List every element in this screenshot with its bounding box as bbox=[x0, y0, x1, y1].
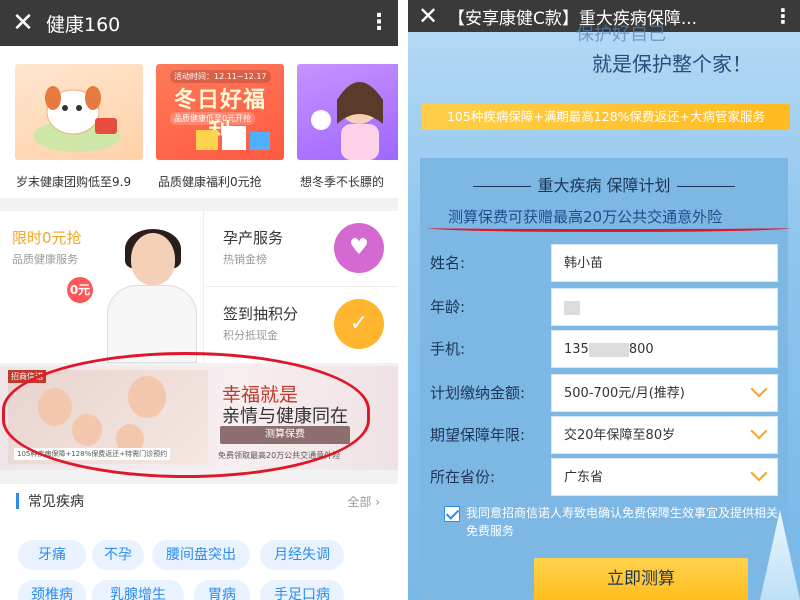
dog-mascot-illustration bbox=[33, 86, 121, 152]
hero-slogan: 就是保护整个家！ bbox=[592, 52, 752, 76]
checkin-subtitle: 积分抵现金 bbox=[223, 329, 278, 342]
maternity-service-tile[interactable]: 孕产服务 热销金榜 ♥ bbox=[205, 211, 398, 287]
quote-form: 重大疾病 保障计划 测算保费可获赠最高20万公共交通意外险 姓名: 韩小苗 年龄… bbox=[420, 158, 790, 600]
form-heading: 重大疾病 保障计划 bbox=[420, 172, 788, 196]
chevron-down-icon bbox=[750, 464, 768, 482]
province-select[interactable]: 广东省 bbox=[551, 458, 778, 496]
banner-caption: 品质健康福利0元抢 bbox=[158, 175, 262, 189]
more-menu-icon[interactable]: ⋮ bbox=[360, 0, 398, 46]
health160-screen: ✕ 健康160 ⋮ 活动时间：12.11~12.17 冬日好福利 品质健康低至0… bbox=[0, 0, 398, 600]
province-row: 所在省份: 广东省 bbox=[420, 458, 788, 498]
name-label: 姓名: bbox=[430, 254, 466, 272]
checkin-title: 签到抽积分 bbox=[223, 305, 299, 323]
more-menu-icon[interactable]: ⋮ bbox=[766, 4, 800, 28]
screenshot-root: ✕ 健康160 ⋮ 活动时间：12.11~12.17 冬日好福利 品质健康低至0… bbox=[0, 0, 800, 600]
disease-tag[interactable]: 胃病 bbox=[194, 580, 250, 600]
zero-yuan-badge: 0元 bbox=[67, 277, 93, 303]
premium-label: 计划缴纳金额: bbox=[430, 384, 526, 402]
province-label: 所在省份: bbox=[430, 468, 496, 486]
phone-row: 手机: 135 800 bbox=[420, 330, 788, 370]
disease-tag[interactable]: 月经失调 bbox=[260, 540, 344, 570]
free-offer-subtitle: 品质健康服务 bbox=[12, 253, 78, 266]
term-select[interactable]: 交20年保障至80岁 bbox=[551, 416, 778, 454]
close-icon[interactable]: ✕ bbox=[408, 0, 448, 32]
consent-checkbox[interactable] bbox=[444, 506, 460, 522]
age-row: 年龄: bbox=[420, 288, 788, 328]
banner-winter-fitness[interactable] bbox=[297, 64, 398, 160]
age-field[interactable] bbox=[551, 288, 778, 326]
name-row: 姓名: 韩小苗 bbox=[420, 244, 788, 284]
section-title: 常见疾病 bbox=[28, 494, 84, 510]
disease-tag[interactable]: 牙痛 bbox=[18, 540, 86, 570]
gift-boxes-illustration bbox=[196, 126, 270, 150]
insurance-form-screen: ✕ 【安享康健C款】重大疾病保障... ⋮ 保护好自己 就是保护整个家！ 105… bbox=[408, 0, 800, 600]
disease-tags: 牙痛 不孕 腰间盘突出 月经失调 颈椎病 乳腺增生 胃病 手足口病 bbox=[0, 518, 398, 600]
phone-field[interactable]: 135 800 bbox=[551, 330, 778, 368]
term-label: 期望保障年限: bbox=[430, 426, 526, 444]
service-grid: 限时0元抢 品质健康服务 0元 孕产服务 热销金榜 ♥ 签到抽积分 积分抵现金 … bbox=[0, 211, 398, 363]
heart-icon: ♥ bbox=[334, 223, 384, 273]
checkin-points-tile[interactable]: 签到抽积分 积分抵现金 ✓ bbox=[205, 287, 398, 363]
close-icon[interactable]: ✕ bbox=[0, 0, 46, 46]
section-accent-bar bbox=[16, 493, 19, 509]
banner-winter-welfare[interactable]: 活动时间：12.11~12.17 冬日好福利 品质健康低至0元开抢 bbox=[156, 64, 284, 160]
calculate-now-button[interactable]: 立即测算 bbox=[534, 558, 748, 600]
chevron-right-icon: › bbox=[375, 495, 380, 509]
common-diseases-header: 常见疾病 全部 › bbox=[0, 484, 398, 518]
disease-tag[interactable]: 乳腺增生 bbox=[92, 580, 184, 600]
maternity-subtitle: 热销金榜 bbox=[223, 253, 267, 266]
maternity-title: 孕产服务 bbox=[223, 229, 284, 247]
benefits-ribbon: 105种疾病保障+满期最高128%保费返还+大病管家服务 bbox=[422, 104, 790, 130]
consent-text: 我同意招商信诺人寿致电确认免费保障生效事宜及提供相关免费服务 bbox=[466, 506, 779, 538]
chevron-down-icon bbox=[750, 422, 768, 440]
top-bar: ✕ 健康160 ⋮ bbox=[0, 0, 398, 46]
banner-caption: 岁末健康团购低至9.9 bbox=[16, 175, 132, 189]
page-title: 健康160 bbox=[46, 13, 121, 36]
free-offer-title: 限时0元抢 bbox=[12, 229, 82, 247]
name-field[interactable]: 韩小苗 bbox=[551, 244, 778, 282]
highlight-annotation bbox=[2, 352, 370, 478]
doctor-photo: 0元 bbox=[67, 229, 205, 363]
view-all-link[interactable]: 全部 › bbox=[347, 493, 380, 510]
age-label: 年龄: bbox=[430, 298, 466, 316]
calendar-check-icon: ✓ bbox=[334, 299, 384, 349]
girl-illustration bbox=[311, 82, 383, 160]
phone-label: 手机: bbox=[430, 340, 466, 358]
banner-group-buy[interactable] bbox=[15, 64, 143, 160]
banner-caption: 想冬季不长膘的 bbox=[300, 175, 385, 189]
disease-tag[interactable]: 手足口病 bbox=[260, 580, 344, 600]
disease-tag[interactable]: 不孕 bbox=[92, 540, 144, 570]
premium-row: 计划缴纳金额: 500-700元/月(推荐) bbox=[420, 374, 788, 414]
disease-tag[interactable]: 颈椎病 bbox=[18, 580, 86, 600]
term-row: 期望保障年限: 交20年保障至80岁 bbox=[420, 416, 788, 456]
highlight-annotation bbox=[428, 224, 790, 232]
consent-row: 我同意招商信诺人寿致电确认免费保障生效事宜及提供相关免费服务 bbox=[444, 504, 784, 540]
banner-carousel: 活动时间：12.11~12.17 冬日好福利 品质健康低至0元开抢 岁末健康团购… bbox=[0, 46, 398, 198]
disease-tag[interactable]: 腰间盘突出 bbox=[152, 540, 250, 570]
premium-select[interactable]: 500-700元/月(推荐) bbox=[551, 374, 778, 412]
hero-slogan-faded: 保护好自己 bbox=[576, 24, 666, 45]
free-offer-tile[interactable]: 限时0元抢 品质健康服务 0元 bbox=[0, 211, 204, 363]
chevron-down-icon bbox=[750, 380, 768, 398]
